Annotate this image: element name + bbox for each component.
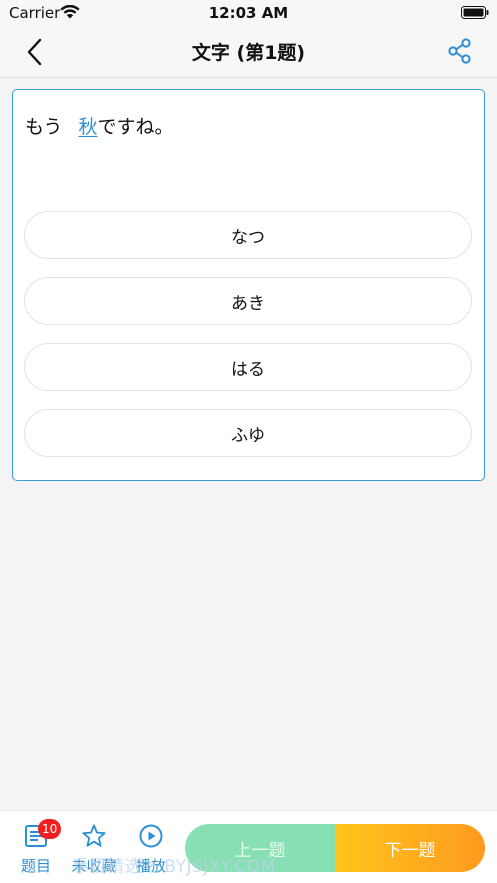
- questions-list-button[interactable]: 10 题目: [8, 819, 64, 875]
- option-button-1[interactable]: なつ: [24, 211, 472, 259]
- battery-icon: [461, 6, 489, 19]
- status-bar: Carrier 12:03 AM: [0, 0, 497, 26]
- previous-question-button[interactable]: 上一题: [185, 824, 335, 872]
- option-button-2[interactable]: あき: [24, 277, 472, 325]
- share-button[interactable]: [447, 38, 473, 64]
- question-count-badge: 10: [38, 819, 62, 839]
- question-prefix: もう: [25, 116, 63, 138]
- question-target-word: 秋: [78, 116, 98, 138]
- question-navigation: 上一题 下一题: [185, 824, 485, 872]
- question-suffix: ですね。: [97, 116, 174, 138]
- question-card: もう 秋ですね。 なつ あき はる ふゆ: [12, 89, 485, 481]
- page-title: 文字 (第1题): [191, 42, 306, 64]
- navigation-bar: 文字 (第1题): [0, 26, 497, 78]
- questions-label: 题目: [20, 857, 51, 875]
- option-button-4[interactable]: ふゆ: [24, 409, 472, 457]
- bottom-toolbar: 10 题目 未收藏 播放 上一题 下一题: [0, 810, 497, 883]
- favorite-label: 未收藏: [71, 857, 117, 875]
- status-time: 12:03 AM: [208, 4, 289, 22]
- option-button-3[interactable]: はる: [24, 343, 472, 391]
- play-circle-icon: [139, 824, 163, 848]
- favorite-button[interactable]: 未收藏: [66, 823, 122, 875]
- next-question-button[interactable]: 下一题: [335, 824, 485, 872]
- play-button[interactable]: 播放: [123, 823, 179, 875]
- play-label: 播放: [135, 857, 166, 875]
- star-icon: [82, 824, 106, 847]
- share-icon: [448, 38, 471, 64]
- question-sentence: もう 秋ですね。: [25, 112, 173, 139]
